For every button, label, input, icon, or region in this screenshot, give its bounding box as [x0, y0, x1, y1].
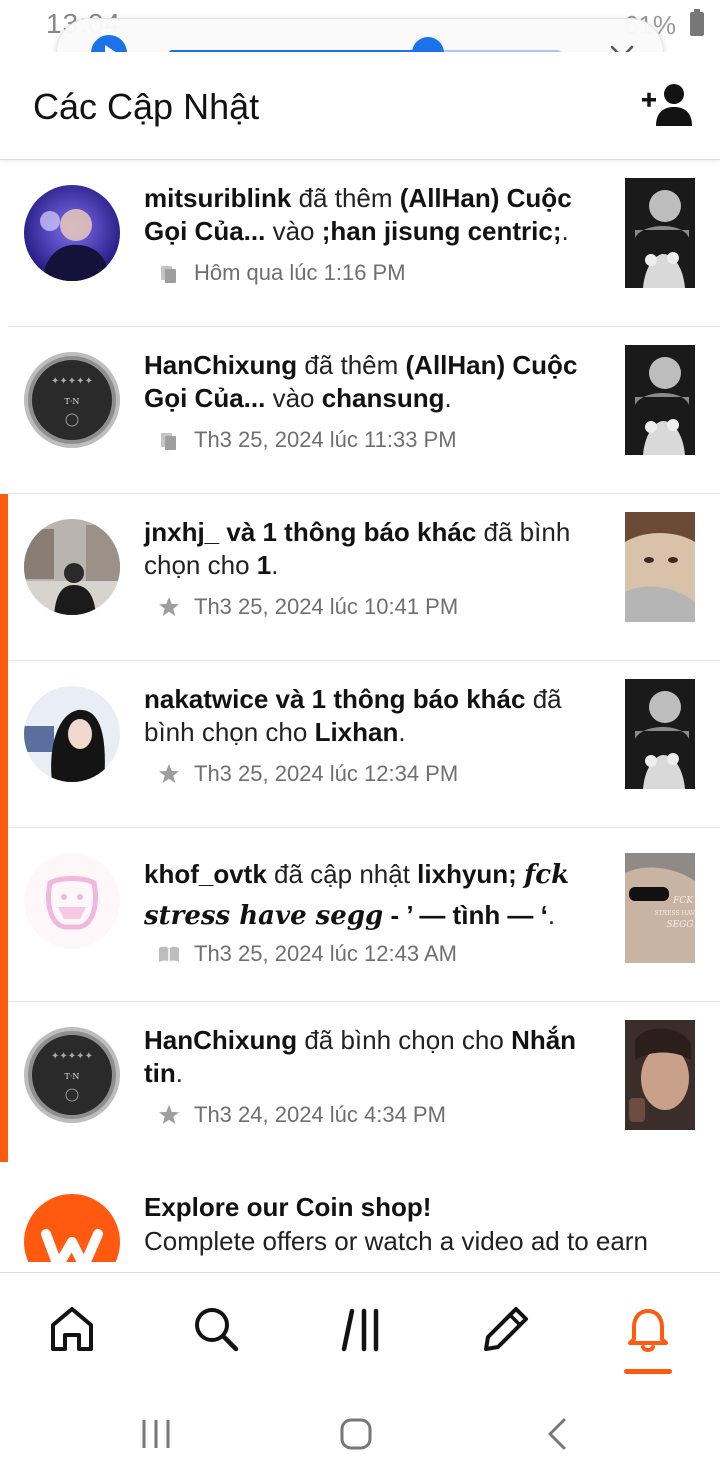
avatar[interactable]: ✦✦✦✦✦ T·N: [24, 352, 120, 448]
svg-text:✦✦✦✦✦: ✦✦✦✦✦: [51, 1051, 93, 1062]
avatar[interactable]: [24, 686, 120, 782]
story-cover[interactable]: [625, 345, 695, 455]
recent-apps-icon[interactable]: [136, 1414, 176, 1454]
story-title[interactable]: 1: [257, 550, 271, 580]
reading-list-name[interactable]: ;han jisung centric;: [322, 216, 562, 246]
svg-text:T·N: T·N: [65, 1072, 80, 1081]
notification-text[interactable]: khof_ovtk đã cập nhật lixhyun; fck stres…: [144, 854, 610, 936]
avatar[interactable]: [24, 519, 120, 615]
home-icon[interactable]: [46, 1303, 98, 1355]
star-icon: [159, 597, 179, 616]
notification-item[interactable]: khof_ovtk đã cập nhật lixhyun; fck stres…: [0, 828, 720, 1002]
bottom-navigation: [0, 1272, 720, 1390]
notification-verb: đã thêm: [291, 183, 400, 213]
back-icon[interactable]: [538, 1414, 578, 1454]
page-header: Các Cập Nhật: [0, 52, 720, 160]
reading-list-icon: [161, 433, 176, 450]
notification-meta: Th3 24, 2024 lúc 4:34 PM: [158, 1102, 446, 1128]
notification-meta: Hôm qua lúc 1:16 PM: [158, 260, 406, 286]
story-title[interactable]: lixhyun;: [417, 859, 524, 889]
avatar[interactable]: [24, 185, 120, 281]
story-cover[interactable]: [625, 512, 695, 622]
star-icon: [159, 764, 179, 783]
search-icon[interactable]: [190, 1303, 242, 1355]
bell-icon[interactable]: [622, 1303, 674, 1355]
notification-item[interactable]: ✦✦✦✦✦ T·N HanChixung đã thêm (AllHan) Cu…: [8, 327, 720, 494]
notification-item[interactable]: mitsuriblink đã thêm (AllHan) Cuộc Gọi C…: [8, 160, 720, 327]
wattpad-logo-icon: [24, 1194, 120, 1262]
book-icon: [159, 946, 179, 962]
pencil-icon[interactable]: [480, 1303, 532, 1355]
notification-text[interactable]: jnxhj_ và 1 thông báo khác đã bình chọn …: [144, 516, 610, 582]
story-title[interactable]: Lixhan: [315, 717, 399, 747]
story-cover[interactable]: [625, 679, 695, 789]
avatar[interactable]: [24, 853, 120, 949]
story-cover[interactable]: [625, 178, 695, 288]
actor-name[interactable]: jnxhj_ và 1 thông báo khác: [144, 517, 476, 547]
notification-item[interactable]: ✦✦✦✦✦ T·N HanChixung đã bình chọn cho Nh…: [0, 1002, 720, 1169]
library-icon[interactable]: [336, 1303, 388, 1355]
add-user-icon[interactable]: [640, 82, 696, 128]
notification-text[interactable]: HanChixung đã bình chọn cho Nhắn tin.: [144, 1024, 610, 1090]
promo-title: Explore our Coin shop!: [144, 1192, 432, 1222]
promo-body: Complete offers or watch a video ad to e…: [144, 1226, 648, 1256]
notification-feed[interactable]: mitsuriblink đã thêm (AllHan) Cuộc Gọi C…: [0, 160, 720, 1169]
actor-name[interactable]: nakatwice và 1 thông báo khác: [144, 684, 525, 714]
notification-meta: Th3 25, 2024 lúc 10:41 PM: [158, 594, 458, 620]
system-navigation-bar: [0, 1390, 720, 1480]
battery-icon: [690, 9, 704, 36]
actor-name[interactable]: HanChixung: [144, 1025, 297, 1055]
svg-text:FCK: FCK: [672, 896, 694, 906]
page-title: Các Cập Nhật: [33, 86, 260, 127]
actor-name[interactable]: HanChixung: [144, 350, 297, 380]
home-button-icon[interactable]: [336, 1414, 376, 1454]
actor-name[interactable]: mitsuriblink: [144, 183, 291, 213]
notification-timestamp: Th3 25, 2024 lúc 12:43 AM: [194, 941, 457, 966]
notification-verb: đã thêm: [297, 350, 406, 380]
notification-connector: vào: [265, 383, 322, 413]
story-cover[interactable]: [625, 1020, 695, 1130]
notification-meta: Th3 25, 2024 lúc 11:33 PM: [158, 427, 457, 453]
star-icon: [159, 1105, 179, 1124]
notification-text[interactable]: HanChixung đã thêm (AllHan) Cuộc Gọi Của…: [144, 349, 610, 415]
coin-shop-promo[interactable]: Explore our Coin shop! Complete offers o…: [0, 1162, 720, 1262]
notification-meta: Th3 25, 2024 lúc 12:34 PM: [158, 761, 458, 787]
notification-verb: đã cập nhật: [266, 859, 418, 889]
svg-text:STRESS HAVE: STRESS HAVE: [654, 910, 695, 917]
chapter-title-tail[interactable]: - ’ — tình — ‘: [383, 900, 547, 930]
notification-item[interactable]: jnxhj_ và 1 thông báo khác đã bình chọn …: [0, 494, 720, 661]
avatar[interactable]: ✦✦✦✦✦ T·N: [24, 1027, 120, 1123]
notification-timestamp: Th3 24, 2024 lúc 4:34 PM: [194, 1102, 446, 1127]
active-tab-indicator: [624, 1369, 672, 1374]
svg-text:✦✦✦✦✦: ✦✦✦✦✦: [51, 376, 93, 387]
svg-text:T·N: T·N: [65, 397, 80, 406]
notification-text[interactable]: mitsuriblink đã thêm (AllHan) Cuộc Gọi C…: [144, 182, 610, 248]
actor-name[interactable]: khof_ovtk: [144, 859, 267, 889]
notification-timestamp: Hôm qua lúc 1:16 PM: [194, 260, 406, 285]
notification-text[interactable]: nakatwice và 1 thông báo khác đã bình ch…: [144, 683, 610, 749]
notification-item[interactable]: nakatwice và 1 thông báo khác đã bình ch…: [0, 661, 720, 828]
notification-verb: đã bình chọn cho: [297, 1025, 512, 1055]
notification-timestamp: Th3 25, 2024 lúc 12:34 PM: [194, 761, 459, 786]
notification-connector: vào: [265, 216, 322, 246]
story-cover[interactable]: FCK STRESS HAVE SEGG: [625, 853, 695, 963]
reading-list-name[interactable]: chansung: [322, 383, 445, 413]
reading-list-icon: [161, 266, 176, 283]
notification-meta: Th3 25, 2024 lúc 12:43 AM: [158, 941, 457, 967]
notification-timestamp: Th3 25, 2024 lúc 10:41 PM: [194, 594, 459, 619]
svg-text:SEGG: SEGG: [666, 920, 693, 930]
notification-timestamp: Th3 25, 2024 lúc 11:33 PM: [194, 427, 457, 452]
